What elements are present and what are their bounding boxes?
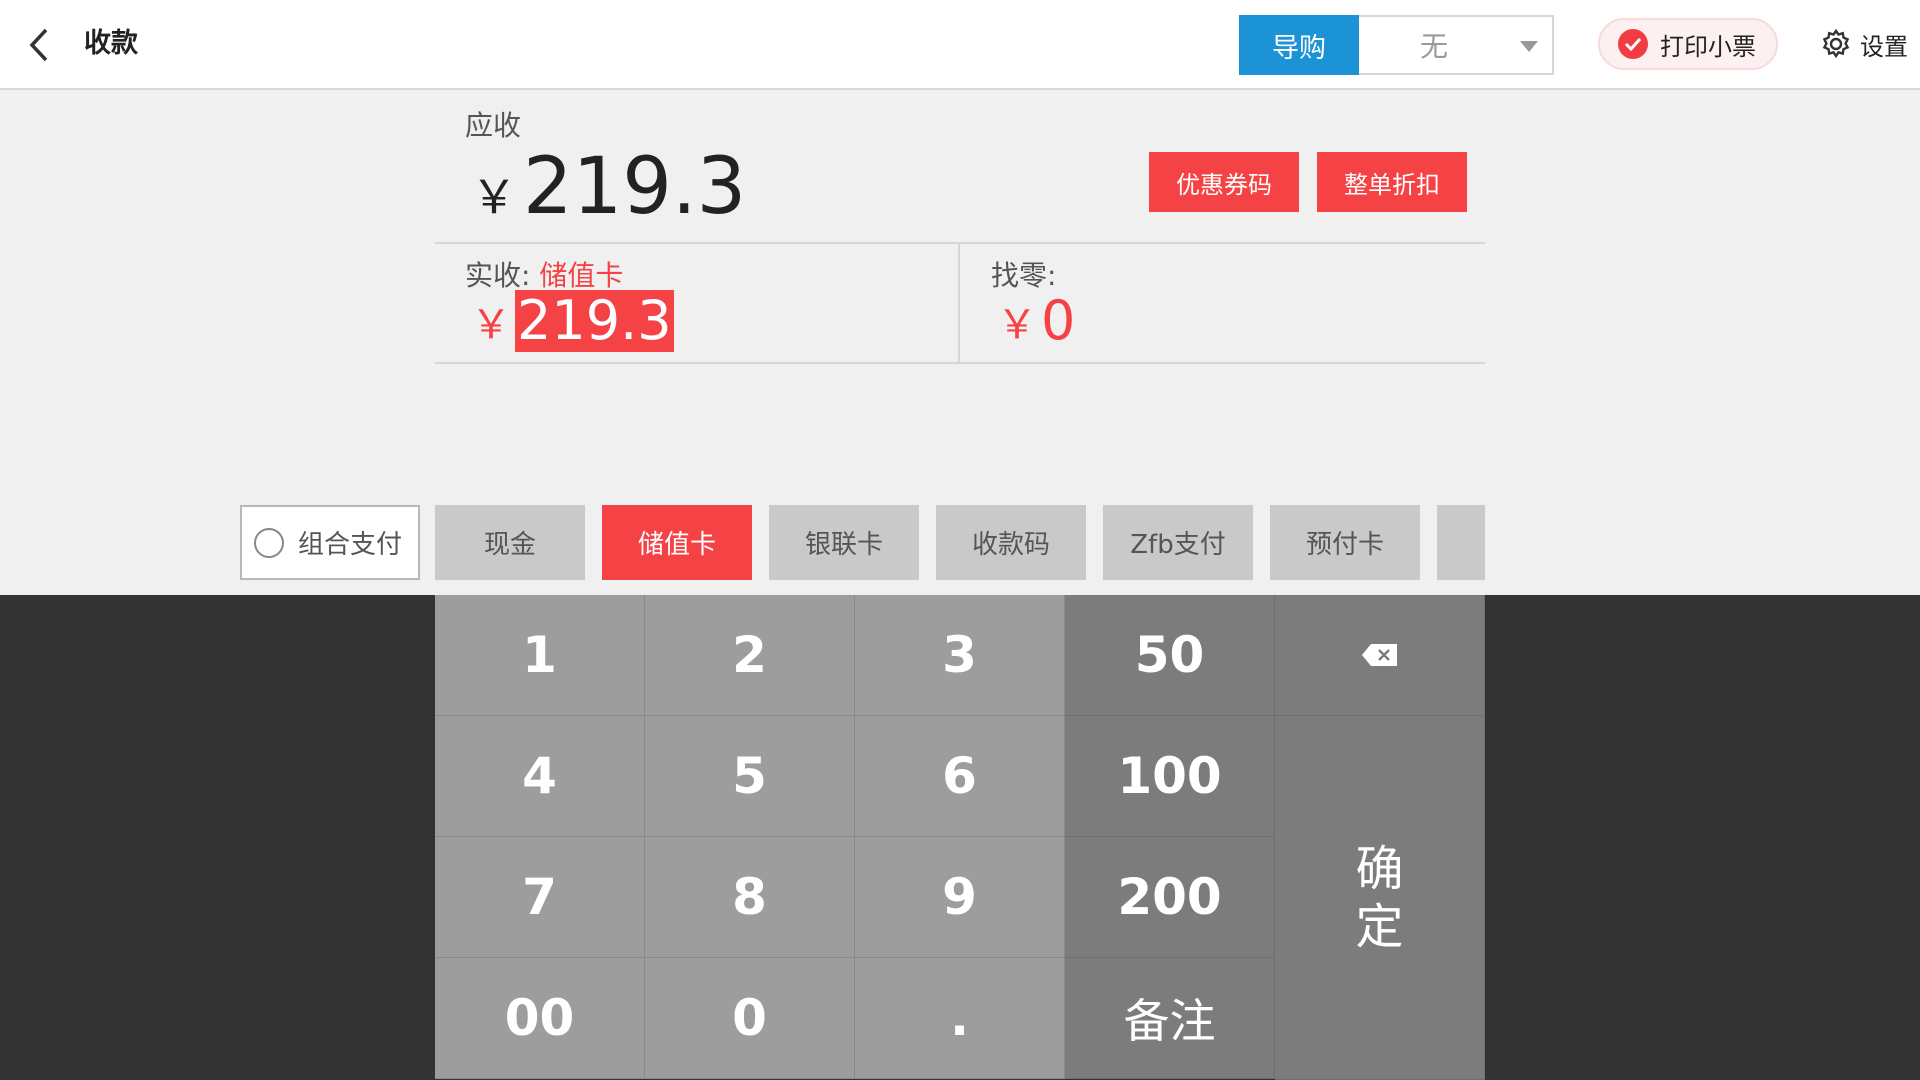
currency-symbol: ￥: [471, 302, 511, 348]
pay-tab-cash[interactable]: 现金: [435, 505, 585, 580]
numeric-keypad: 1 2 3 50 4 5 6 100 7 8 9 200 00 0 . 备注 确…: [435, 595, 1485, 1080]
pay-tab-stored-value-card[interactable]: 储值卡: [602, 505, 752, 580]
gear-icon: [1822, 28, 1850, 59]
top-bar: 收款 导购 无 打印小票 设置: [0, 0, 1920, 90]
key-1[interactable]: 1: [435, 595, 645, 716]
change-value: ￥ 0: [997, 290, 1075, 352]
combined-payment-toggle[interactable]: 组合支付: [240, 505, 420, 580]
key-3[interactable]: 3: [855, 595, 1065, 716]
key-00[interactable]: 00: [435, 958, 645, 1079]
key-decimal[interactable]: .: [855, 958, 1065, 1079]
note-button[interactable]: 备注: [1065, 958, 1275, 1079]
amount-due-value: ￥ 219.3: [471, 142, 746, 232]
backspace-button[interactable]: [1275, 595, 1485, 716]
amount-panel: 应收 ￥ 219.3 优惠券码 整单折扣 实收: 储值卡 ￥ 219.3 找零:…: [435, 90, 1485, 365]
amount-paid-input[interactable]: ￥ 219.3: [471, 290, 674, 352]
key-100[interactable]: 100: [1065, 716, 1275, 837]
change-number: 0: [1041, 289, 1076, 352]
combined-payment-label: 组合支付: [298, 530, 403, 560]
key-8[interactable]: 8: [645, 837, 855, 958]
key-6[interactable]: 6: [855, 716, 1065, 837]
payment-method-row: 组合支付 现金 储值卡 银联卡 收款码 Zfb支付 预付卡: [240, 505, 1485, 580]
settings-button[interactable]: 设置: [1820, 24, 1908, 64]
pay-tab-unionpay[interactable]: 银联卡: [769, 505, 919, 580]
caret-down-icon: [1520, 41, 1538, 52]
guide-button[interactable]: 导购: [1239, 15, 1359, 75]
confirm-label-line2: 定: [1355, 898, 1404, 955]
key-9[interactable]: 9: [855, 837, 1065, 958]
confirm-label-line1: 确: [1355, 840, 1404, 897]
key-5[interactable]: 5: [645, 716, 855, 837]
guide-select-value: 无: [1419, 30, 1448, 63]
currency-symbol: ￥: [471, 170, 517, 224]
key-4[interactable]: 4: [435, 716, 645, 837]
print-receipt-toggle[interactable]: 打印小票: [1598, 18, 1778, 70]
chevron-left-icon: [29, 28, 48, 62]
change-label: 找零:: [991, 259, 1057, 292]
radio-icon: [254, 527, 284, 558]
pay-tab-more[interactable]: [1437, 505, 1485, 580]
back-button[interactable]: [20, 22, 62, 68]
key-7[interactable]: 7: [435, 837, 645, 958]
pay-tab-prepaid-card[interactable]: 预付卡: [1270, 505, 1420, 580]
order-discount-button[interactable]: 整单折扣: [1317, 152, 1467, 212]
confirm-button[interactable]: 确 定: [1275, 716, 1485, 1080]
backspace-icon: [1361, 644, 1397, 666]
amount-due-label: 应收: [465, 109, 522, 142]
amount-due-number: 219.3: [523, 142, 747, 232]
key-200[interactable]: 200: [1065, 837, 1275, 958]
key-50[interactable]: 50: [1065, 595, 1275, 716]
currency-symbol: ￥: [997, 302, 1037, 348]
settings-label: 设置: [1860, 32, 1908, 61]
amount-paid-label: 实收: 储值卡: [465, 254, 623, 294]
key-0[interactable]: 0: [645, 958, 855, 1079]
key-2[interactable]: 2: [645, 595, 855, 716]
paid-label-text: 实收:: [465, 259, 531, 292]
guide-select[interactable]: 无: [1359, 15, 1554, 75]
amount-paid-number: 219.3: [515, 289, 674, 352]
divider: [958, 244, 960, 362]
paid-change-row: 实收: 储值卡 ￥ 219.3 找零: ￥ 0: [435, 242, 1485, 364]
page-title: 收款: [84, 28, 138, 59]
pay-tab-zfb[interactable]: Zfb支付: [1103, 505, 1253, 580]
check-circle-icon: [1618, 29, 1648, 59]
pay-tab-payment-code[interactable]: 收款码: [936, 505, 1086, 580]
paid-method-text: 储值卡: [539, 259, 624, 292]
print-receipt-label: 打印小票: [1660, 32, 1756, 61]
coupon-code-button[interactable]: 优惠券码: [1149, 152, 1299, 212]
